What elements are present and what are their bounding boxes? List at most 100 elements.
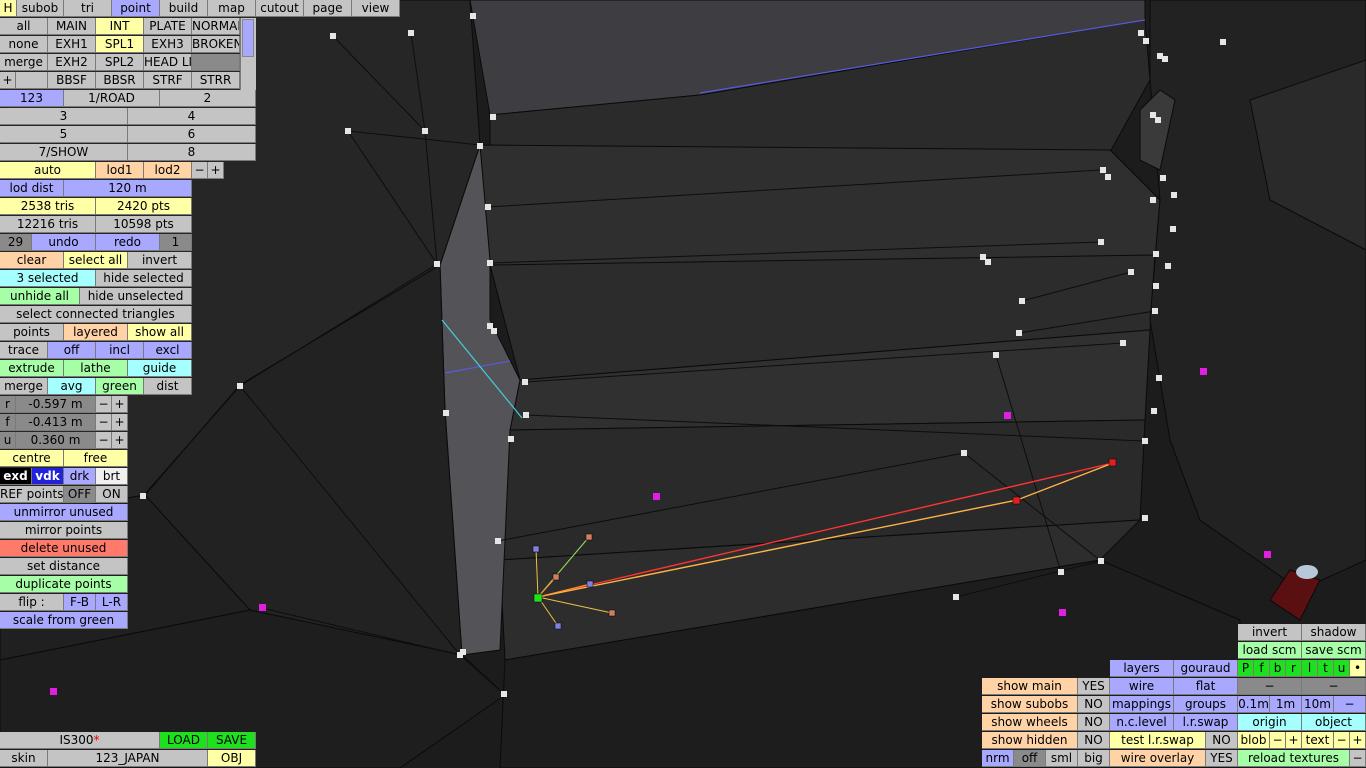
- group-scrollbar-thumb[interactable]: [242, 19, 254, 57]
- tab-point[interactable]: point: [112, 0, 160, 17]
- lod-7-show[interactable]: 7/SHOW: [0, 144, 128, 161]
- dist-button[interactable]: dist: [144, 378, 192, 395]
- reload-textures-button[interactable]: reload textures: [1238, 750, 1350, 767]
- u-plus-button[interactable]: +: [112, 432, 128, 449]
- group-bbsr[interactable]: BBSR: [96, 72, 144, 89]
- group-int[interactable]: INT: [96, 18, 144, 35]
- tab-build[interactable]: build: [160, 0, 208, 17]
- step-10m-button[interactable]: 10m: [1302, 696, 1334, 713]
- layers-button[interactable]: layers: [1110, 660, 1174, 677]
- flag-p[interactable]: P: [1238, 660, 1254, 677]
- lod-auto-button[interactable]: auto: [0, 162, 96, 179]
- tab-cutout[interactable]: cutout: [256, 0, 304, 17]
- show-wheels-toggle[interactable]: NO: [1078, 714, 1110, 731]
- skin-value[interactable]: 123_JAPAN: [48, 750, 208, 767]
- group-plate[interactable]: PLATE: [144, 18, 192, 35]
- obj-export-button[interactable]: OBJ: [208, 750, 256, 767]
- blob-plus-button[interactable]: +: [1286, 732, 1302, 749]
- flag-b[interactable]: b: [1270, 660, 1286, 677]
- flag-l[interactable]: l: [1302, 660, 1318, 677]
- shade-drk-button[interactable]: drk: [64, 468, 96, 485]
- hide-selected-button[interactable]: hide selected: [96, 270, 192, 287]
- step-1m-button[interactable]: 1m: [1270, 696, 1302, 713]
- lathe-button[interactable]: lathe: [64, 360, 128, 377]
- lod-8[interactable]: 8: [128, 144, 256, 161]
- big-button[interactable]: big: [1078, 750, 1110, 767]
- group-none[interactable]: none: [0, 36, 48, 53]
- delete-unused-button[interactable]: delete unused: [0, 540, 128, 557]
- group-exh1[interactable]: EXH1: [48, 36, 96, 53]
- u-value-field[interactable]: 0.360 m: [16, 432, 96, 449]
- group-strr[interactable]: STRR: [192, 72, 240, 89]
- show-subobs-toggle[interactable]: NO: [1078, 696, 1110, 713]
- step-minus-button[interactable]: −: [1334, 696, 1366, 713]
- group-normal[interactable]: NORMAL: [192, 18, 240, 35]
- test-lr-swap-label[interactable]: test l.r.swap: [1110, 732, 1206, 749]
- select-all-button[interactable]: select all: [64, 252, 128, 269]
- tab-tri[interactable]: tri: [64, 0, 112, 17]
- layered-button[interactable]: layered: [64, 324, 128, 341]
- avg-button[interactable]: avg: [48, 378, 96, 395]
- origin-button[interactable]: origin: [1238, 714, 1302, 731]
- lod-3[interactable]: 3: [0, 108, 128, 125]
- group-broken[interactable]: BROKEN: [192, 36, 240, 53]
- tab-view[interactable]: view: [352, 0, 400, 17]
- object-button[interactable]: object: [1302, 714, 1366, 731]
- show-main-toggle[interactable]: YES: [1078, 678, 1110, 695]
- sml-button[interactable]: sml: [1046, 750, 1078, 767]
- trace-off-button[interactable]: off: [48, 342, 96, 359]
- guide-button[interactable]: guide: [128, 360, 192, 377]
- ref-points-off[interactable]: OFF: [64, 486, 96, 503]
- dash-button-2[interactable]: −: [1302, 678, 1366, 695]
- tab-subob[interactable]: subob: [17, 0, 64, 17]
- group-exh2[interactable]: EXH2: [48, 54, 96, 71]
- reload-minus-button[interactable]: −: [1350, 750, 1366, 767]
- flip-fb-button[interactable]: F-B: [64, 594, 96, 611]
- group-empty[interactable]: [192, 54, 240, 71]
- group-add-button[interactable]: +: [0, 72, 16, 89]
- r-value-field[interactable]: -0.597 m: [16, 396, 96, 413]
- ref-points-on[interactable]: ON: [96, 486, 128, 503]
- u-minus-button[interactable]: −: [96, 432, 112, 449]
- tab-map[interactable]: map: [208, 0, 256, 17]
- duplicate-points-button[interactable]: duplicate points: [0, 576, 128, 593]
- lod-plus-button[interactable]: +: [208, 162, 224, 179]
- flag-u[interactable]: u: [1334, 660, 1350, 677]
- tab-h[interactable]: H: [0, 0, 17, 17]
- lod-4[interactable]: 4: [128, 108, 256, 125]
- mirror-points-button[interactable]: mirror points: [0, 522, 128, 539]
- scale-from-green-button[interactable]: scale from green: [0, 612, 128, 629]
- group-strf[interactable]: STRF: [144, 72, 192, 89]
- lod-minus-button[interactable]: −: [192, 162, 208, 179]
- select-connected-triangles-button[interactable]: select connected triangles: [0, 306, 192, 323]
- model-name[interactable]: IS300*: [0, 732, 160, 749]
- wire-overlay-toggle[interactable]: YES: [1206, 750, 1238, 767]
- load-scm-button[interactable]: load scm: [1238, 642, 1302, 659]
- group-merge[interactable]: merge: [0, 54, 48, 71]
- group-spl2[interactable]: SPL2: [96, 54, 144, 71]
- f-minus-button[interactable]: −: [96, 414, 112, 431]
- points-mode-button[interactable]: points: [0, 324, 64, 341]
- lod-6[interactable]: 6: [128, 126, 256, 143]
- groups-button[interactable]: groups: [1174, 696, 1238, 713]
- lr-swap-button[interactable]: l.r.swap: [1174, 714, 1238, 731]
- centre-button[interactable]: centre: [0, 450, 64, 467]
- unmirror-unused-button[interactable]: unmirror unused: [0, 504, 128, 521]
- show-all-button[interactable]: show all: [128, 324, 192, 341]
- group-bbsf[interactable]: BBSF: [48, 72, 96, 89]
- test-lr-swap-toggle[interactable]: NO: [1206, 732, 1238, 749]
- flag-f[interactable]: f: [1254, 660, 1270, 677]
- hide-unselected-button[interactable]: hide unselected: [80, 288, 192, 305]
- lod2-button[interactable]: lod2: [144, 162, 192, 179]
- undo-button[interactable]: undo: [32, 234, 96, 251]
- flat-button[interactable]: flat: [1174, 678, 1238, 695]
- load-button[interactable]: LOAD: [160, 732, 208, 749]
- nrm-button[interactable]: nrm: [982, 750, 1014, 767]
- save-scm-button[interactable]: save scm: [1302, 642, 1366, 659]
- r-minus-button[interactable]: −: [96, 396, 112, 413]
- gouraud-button[interactable]: gouraud: [1174, 660, 1238, 677]
- dash-button-1[interactable]: −: [1238, 678, 1302, 695]
- set-distance-button[interactable]: set distance: [0, 558, 128, 575]
- text-plus-button[interactable]: +: [1350, 732, 1366, 749]
- show-hidden-toggle[interactable]: NO: [1078, 732, 1110, 749]
